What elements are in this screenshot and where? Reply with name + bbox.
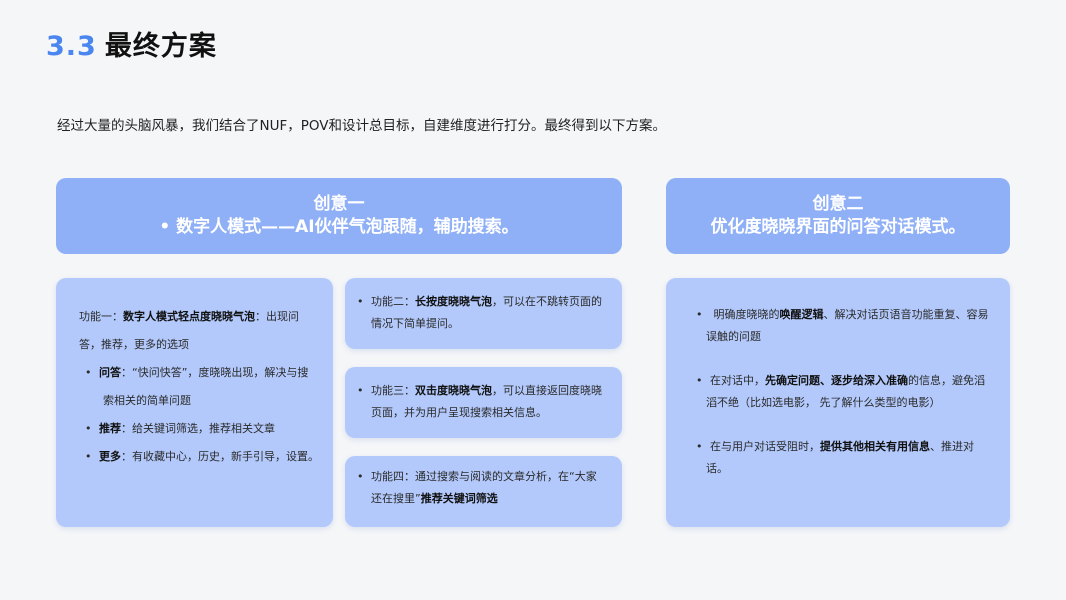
bullet-icon: • (85, 422, 92, 435)
idea2-subtitle: 优化度晓晓界面的问答对话模式。 (710, 217, 966, 237)
point-bold: 唤醒逻辑 (779, 308, 824, 321)
feature2-bold: 长按度晓晓气泡 (415, 295, 492, 308)
bullet-icon: • (696, 374, 703, 387)
idea2-point3: • 在与用户对话受阻时，提供其他相关有用信息、推进对 话。 (696, 436, 990, 480)
point-suffix: 的信息，避免滔 (908, 374, 985, 387)
feature4-prefix: 功能四：通过搜索与阅读的文章分析，在“大家 (371, 470, 597, 483)
point-suffix: 、推进对 (930, 440, 974, 453)
feature3-line1: • 功能三：双击度晓晓气泡，可以直接返回度晓晓 (357, 380, 612, 402)
feature4-bold: 推荐关键词筛选 (420, 492, 498, 505)
idea2-header: 创意二 优化度晓晓界面的问答对话模式。 (666, 178, 1010, 254)
bullet-icon: • (357, 384, 364, 397)
feature1-bold: 数字人模式轻点度晓晓气泡 (123, 310, 255, 323)
feature2-prefix: 功能二： (371, 295, 415, 308)
idea2-point1: • 明确度晓晓的唤醒逻辑、解决对话页语音功能重复、容易 误触的问题 (696, 304, 990, 348)
feature2-line2: 情况下简单提问。 (371, 317, 459, 330)
feature1-line1: 功能一：数字人模式轻点度晓晓气泡：出现问 (79, 303, 321, 331)
feature2-suffix: ，可以在不跳转页面的 (492, 295, 602, 308)
feature1-suffix: ：出现问 (255, 310, 299, 323)
feature1-item-qa: • 问答：“快问快答”，度晓晓出现，解决与搜 索相关的简单问题 (79, 359, 321, 415)
item-label: 更多 (99, 450, 121, 463)
bullet-icon: • (357, 470, 364, 483)
feature2-line1: • 功能二：长按度晓晓气泡，可以在不跳转页面的 (357, 291, 612, 313)
idea2-card: • 明确度晓晓的唤醒逻辑、解决对话页语音功能重复、容易 误触的问题 • 在对话中，… (666, 278, 1010, 527)
feature4-line2: 还在搜里”推荐关键词筛选 (357, 488, 612, 510)
feature3-card: • 功能三：双击度晓晓气泡，可以直接返回度晓晓 页面，并为用户呈现搜索相关信息。 (345, 367, 622, 438)
idea1-title: 创意一 (313, 194, 365, 214)
feature1-item-recommend: • 推荐：给关键词筛选，推荐相关文章 (79, 415, 321, 443)
feature3-prefix: 功能三： (371, 384, 415, 397)
feature4-line2-prefix: 还在搜里” (371, 492, 421, 505)
point-bold: 先确定问题、逐步给深入准确 (765, 374, 908, 387)
bullet-icon: • (696, 440, 703, 453)
feature1-item-more: • 更多：有收藏中心，历史，新手引导，设置。 (79, 443, 321, 471)
item-label: 问答 (99, 366, 121, 379)
idea2-point2: • 在对话中，先确定问题、逐步给深入准确的信息，避免滔 滔不绝（比如选电影， 先了… (696, 370, 990, 414)
intro-text: 经过大量的头脑风暴，我们结合了NUF，POV和设计总目标，自建维度进行打分。最终… (57, 118, 667, 134)
point-suffix: 、解决对话页语音功能重复、容易 (823, 308, 989, 321)
feature1-prefix: 功能一： (79, 310, 123, 323)
feature1-line2: 答，推荐，更多的选项 (79, 338, 189, 351)
idea1-subtitle: • 数字人模式——AI伙伴气泡跟随，辅助搜索。 (159, 217, 519, 237)
idea2-title: 创意二 (812, 194, 864, 214)
feature2-card: • 功能二：长按度晓晓气泡，可以在不跳转页面的 情况下简单提问。 (345, 278, 622, 349)
bullet-icon: • (85, 450, 92, 463)
feature3-bold: 双击度晓晓气泡 (415, 384, 492, 397)
point-prefix: 在与用户对话受阻时， (710, 440, 820, 453)
feature4-card: • 功能四：通过搜索与阅读的文章分析，在“大家 还在搜里”推荐关键词筛选 (345, 456, 622, 527)
feature4-line1: • 功能四：通过搜索与阅读的文章分析，在“大家 (357, 466, 612, 488)
feature3-suffix: ，可以直接返回度晓晓 (492, 384, 602, 397)
item-text: ：给关键词筛选，推荐相关文章 (121, 422, 275, 435)
point-cont: 话。 (706, 462, 728, 475)
item-label: 推荐 (99, 422, 121, 435)
item-text: ：“快问快答”，度晓晓出现，解决与搜 (121, 366, 309, 379)
bullet-icon: • (85, 366, 92, 379)
feature1-card: 功能一：数字人模式轻点度晓晓气泡：出现问 答，推荐，更多的选项 • 问答：“快问快… (56, 278, 333, 527)
point-cont: 误触的问题 (706, 330, 761, 343)
point-prefix: 明确度晓晓的 (710, 308, 780, 321)
bullet-icon: • (696, 308, 703, 321)
item-text-cont: 索相关的简单问题 (103, 394, 191, 407)
bullet-icon: • (357, 295, 364, 308)
point-prefix: 在对话中， (710, 374, 765, 387)
idea1-header: 创意一 • 数字人模式——AI伙伴气泡跟随，辅助搜索。 (56, 178, 622, 254)
item-text: ：有收藏中心，历史，新手引导，设置。 (121, 450, 319, 463)
point-cont: 滔不绝（比如选电影， 先了解什么类型的电影） (706, 396, 941, 409)
point-bold: 提供其他相关有用信息 (820, 440, 930, 453)
section-number: 3.3 (46, 31, 97, 62)
page-title: 3.3 最终方案 (46, 24, 217, 63)
section-title: 最终方案 (104, 31, 217, 62)
feature3-line2: 页面，并为用户呈现搜索相关信息。 (371, 406, 547, 419)
